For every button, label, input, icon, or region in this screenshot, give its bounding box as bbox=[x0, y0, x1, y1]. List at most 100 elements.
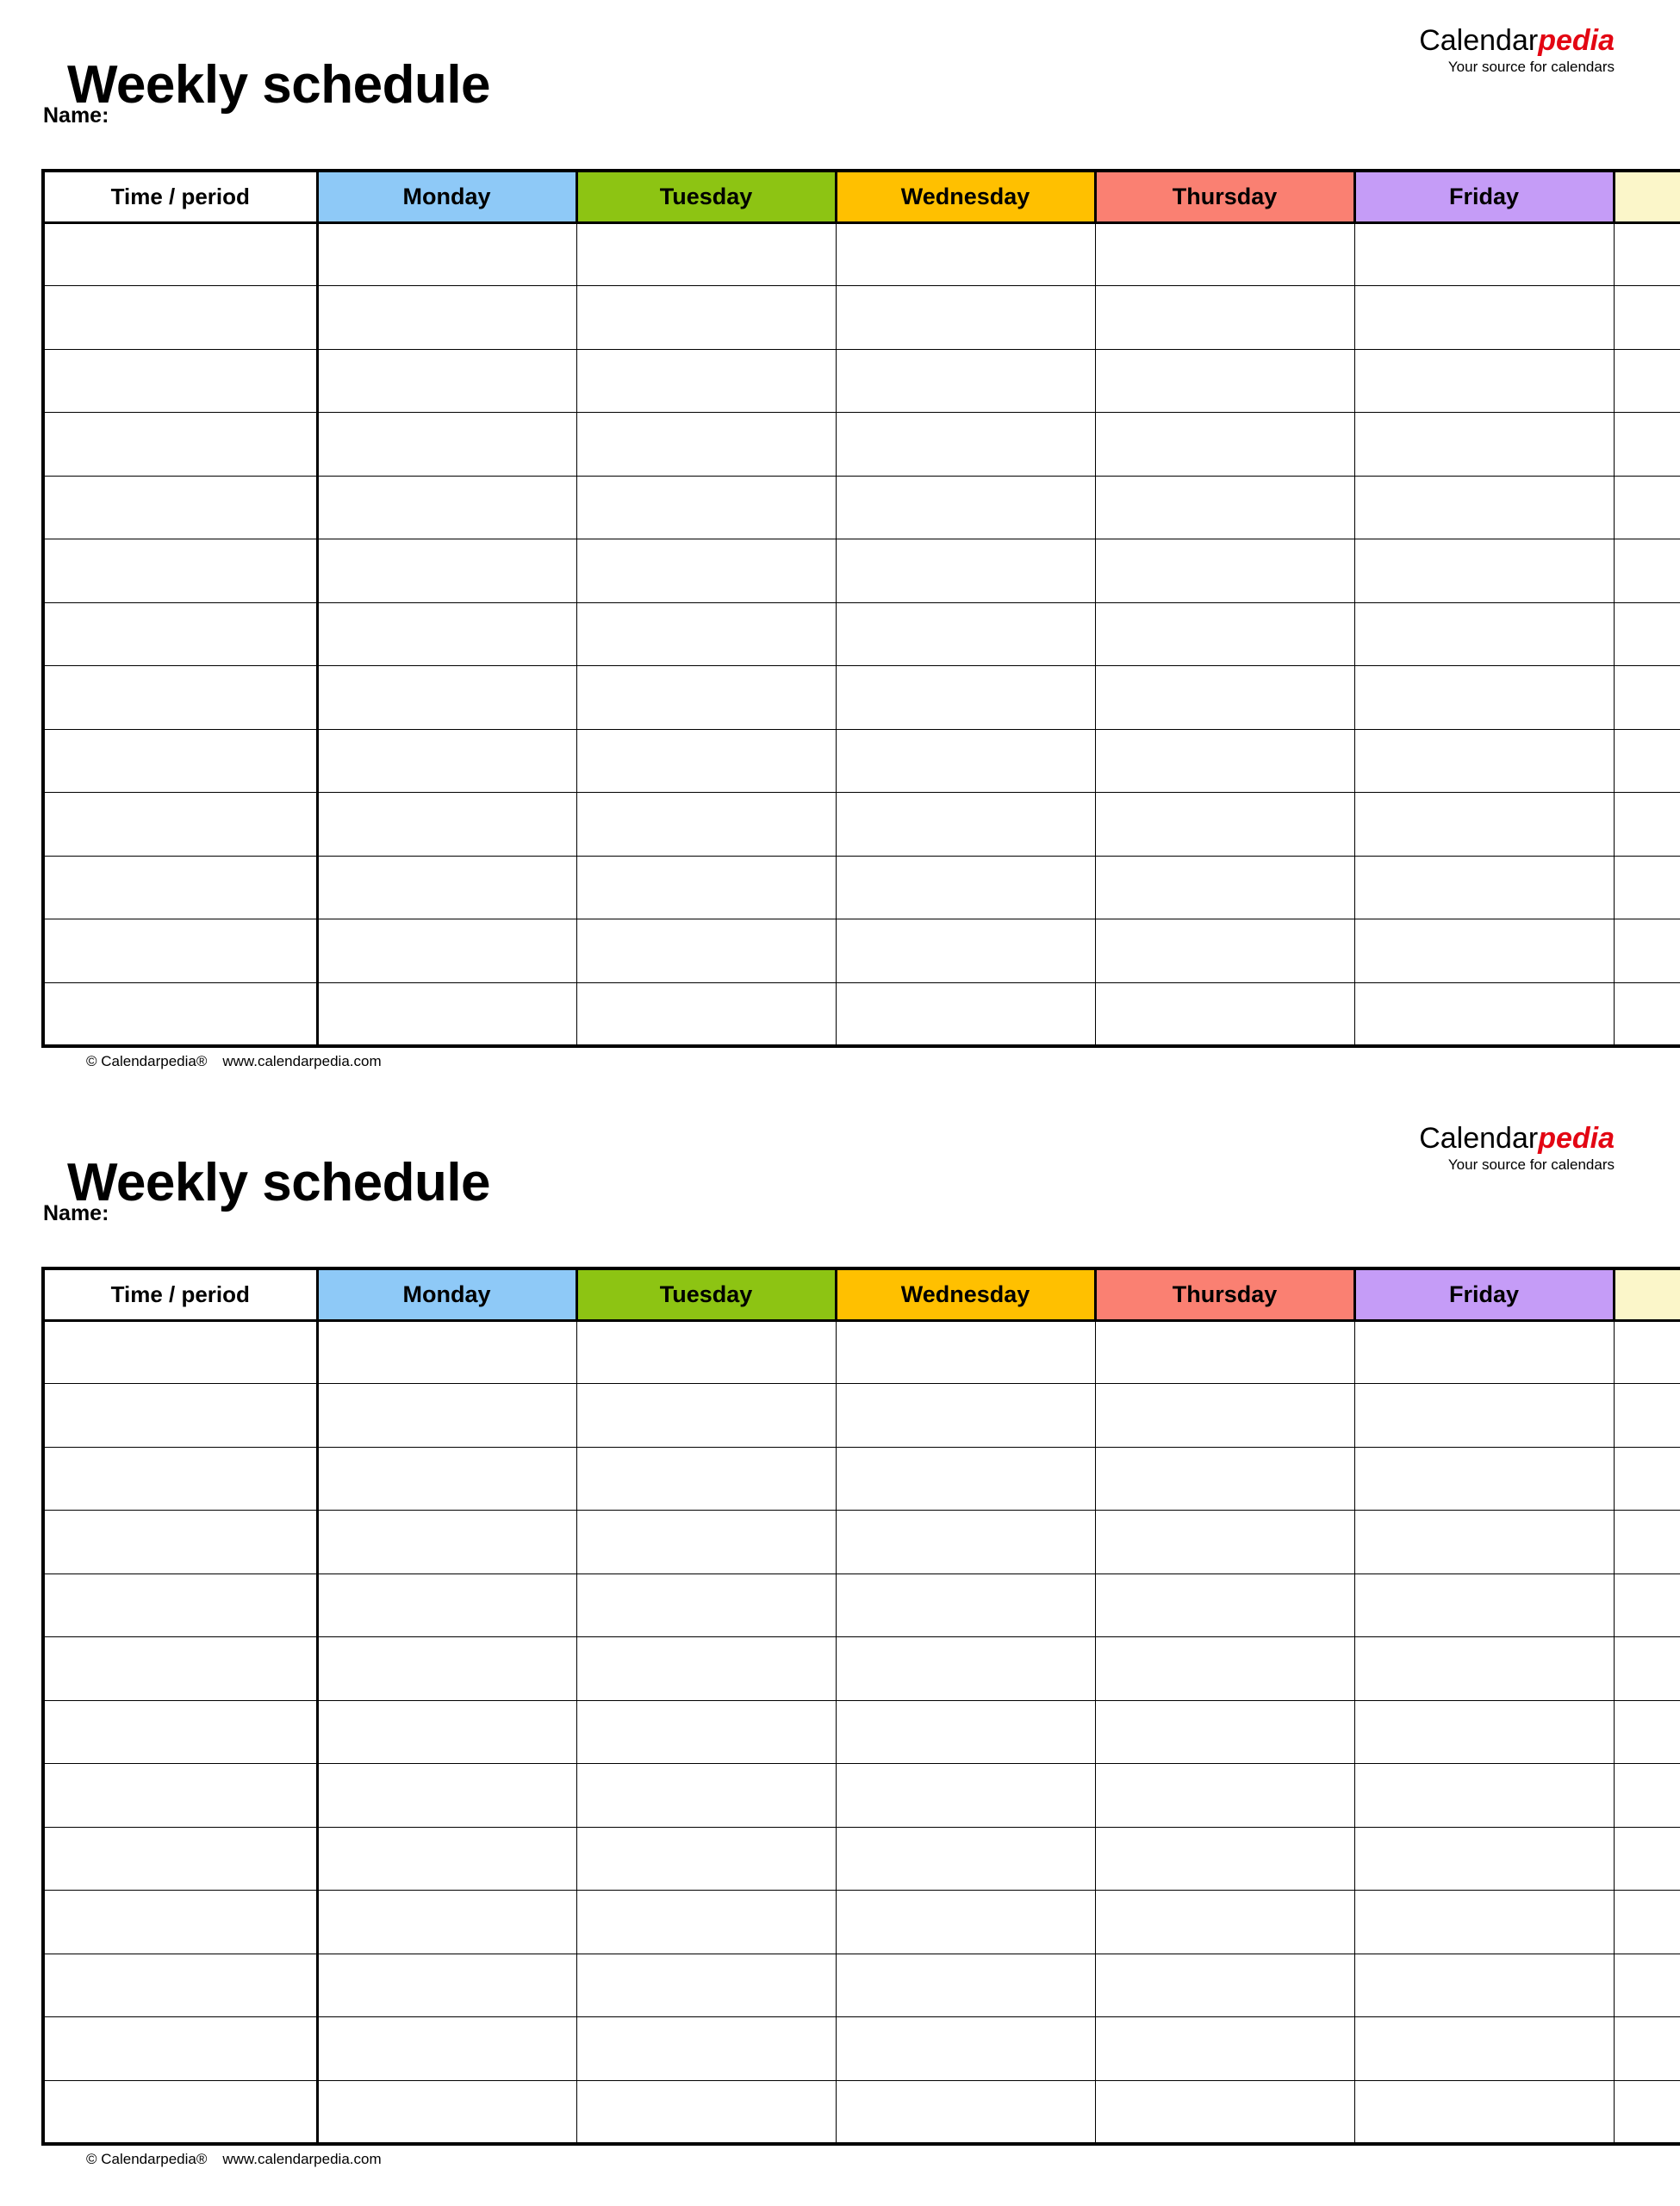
slot-cell-tuesday[interactable] bbox=[576, 665, 837, 730]
slot-cell-monday[interactable] bbox=[316, 1826, 577, 1891]
slot-cell-wednesday[interactable] bbox=[835, 2016, 1096, 2081]
slot-cell-friday[interactable] bbox=[1353, 348, 1615, 413]
slot-cell-friday[interactable] bbox=[1353, 919, 1615, 983]
slot-cell-saturday[interactable] bbox=[1613, 412, 1680, 477]
slot-cell-saturday[interactable] bbox=[1613, 855, 1680, 919]
slot-cell-friday[interactable] bbox=[1353, 2079, 1615, 2144]
slot-cell-friday[interactable] bbox=[1353, 475, 1615, 539]
slot-cell-monday[interactable] bbox=[316, 919, 577, 983]
slot-cell-tuesday[interactable] bbox=[576, 1763, 837, 1828]
slot-cell-wednesday[interactable] bbox=[835, 1763, 1096, 1828]
slot-cell-thursday[interactable] bbox=[1094, 792, 1355, 857]
slot-cell-friday[interactable] bbox=[1353, 1636, 1615, 1701]
slot-cell-saturday[interactable] bbox=[1613, 728, 1680, 793]
slot-cell-saturday[interactable] bbox=[1613, 2079, 1680, 2144]
slot-cell-monday[interactable] bbox=[316, 792, 577, 857]
slot-cell-saturday[interactable] bbox=[1613, 2016, 1680, 2081]
slot-cell-friday[interactable] bbox=[1353, 601, 1615, 666]
slot-cell-saturday[interactable] bbox=[1613, 1826, 1680, 1891]
slot-cell-wednesday[interactable] bbox=[835, 285, 1096, 350]
slot-cell-wednesday[interactable] bbox=[835, 1319, 1096, 1384]
slot-cell-friday[interactable] bbox=[1353, 412, 1615, 477]
slot-cell-thursday[interactable] bbox=[1094, 348, 1355, 413]
slot-cell-saturday[interactable] bbox=[1613, 539, 1680, 603]
slot-cell-saturday[interactable] bbox=[1613, 1953, 1680, 2017]
slot-cell-monday[interactable] bbox=[316, 728, 577, 793]
slot-cell-friday[interactable] bbox=[1353, 1510, 1615, 1574]
time-cell[interactable] bbox=[42, 919, 319, 983]
slot-cell-tuesday[interactable] bbox=[576, 285, 837, 350]
slot-cell-saturday[interactable] bbox=[1613, 919, 1680, 983]
slot-cell-wednesday[interactable] bbox=[835, 601, 1096, 666]
slot-cell-thursday[interactable] bbox=[1094, 919, 1355, 983]
slot-cell-thursday[interactable] bbox=[1094, 981, 1355, 1046]
slot-cell-saturday[interactable] bbox=[1613, 221, 1680, 286]
slot-cell-tuesday[interactable] bbox=[576, 981, 837, 1046]
slot-cell-wednesday[interactable] bbox=[835, 1573, 1096, 1637]
slot-cell-saturday[interactable] bbox=[1613, 285, 1680, 350]
slot-cell-monday[interactable] bbox=[316, 855, 577, 919]
slot-cell-friday[interactable] bbox=[1353, 2016, 1615, 2081]
slot-cell-wednesday[interactable] bbox=[835, 2079, 1096, 2144]
time-cell[interactable] bbox=[42, 221, 319, 286]
time-cell[interactable] bbox=[42, 2079, 319, 2144]
slot-cell-monday[interactable] bbox=[316, 601, 577, 666]
slot-cell-monday[interactable] bbox=[316, 1636, 577, 1701]
slot-cell-friday[interactable] bbox=[1353, 1953, 1615, 2017]
slot-cell-wednesday[interactable] bbox=[835, 412, 1096, 477]
slot-cell-wednesday[interactable] bbox=[835, 1699, 1096, 1764]
slot-cell-wednesday[interactable] bbox=[835, 855, 1096, 919]
slot-cell-monday[interactable] bbox=[316, 1763, 577, 1828]
slot-cell-tuesday[interactable] bbox=[576, 1383, 837, 1448]
slot-cell-tuesday[interactable] bbox=[576, 348, 837, 413]
slot-cell-saturday[interactable] bbox=[1613, 792, 1680, 857]
slot-cell-thursday[interactable] bbox=[1094, 2079, 1355, 2144]
slot-cell-thursday[interactable] bbox=[1094, 221, 1355, 286]
slot-cell-tuesday[interactable] bbox=[576, 1953, 837, 2017]
time-cell[interactable] bbox=[42, 1510, 319, 1574]
slot-cell-tuesday[interactable] bbox=[576, 475, 837, 539]
slot-cell-friday[interactable] bbox=[1353, 728, 1615, 793]
slot-cell-thursday[interactable] bbox=[1094, 665, 1355, 730]
slot-cell-wednesday[interactable] bbox=[835, 1446, 1096, 1511]
slot-cell-monday[interactable] bbox=[316, 665, 577, 730]
slot-cell-saturday[interactable] bbox=[1613, 665, 1680, 730]
slot-cell-friday[interactable] bbox=[1353, 981, 1615, 1046]
time-cell[interactable] bbox=[42, 1636, 319, 1701]
slot-cell-friday[interactable] bbox=[1353, 1446, 1615, 1511]
slot-cell-thursday[interactable] bbox=[1094, 855, 1355, 919]
time-cell[interactable] bbox=[42, 1890, 319, 1954]
time-cell[interactable] bbox=[42, 981, 319, 1046]
slot-cell-monday[interactable] bbox=[316, 1319, 577, 1384]
slot-cell-wednesday[interactable] bbox=[835, 919, 1096, 983]
time-cell[interactable] bbox=[42, 2016, 319, 2081]
slot-cell-saturday[interactable] bbox=[1613, 1446, 1680, 1511]
slot-cell-saturday[interactable] bbox=[1613, 1510, 1680, 1574]
slot-cell-tuesday[interactable] bbox=[576, 1826, 837, 1891]
slot-cell-saturday[interactable] bbox=[1613, 1573, 1680, 1637]
slot-cell-tuesday[interactable] bbox=[576, 2016, 837, 2081]
slot-cell-monday[interactable] bbox=[316, 2079, 577, 2144]
slot-cell-wednesday[interactable] bbox=[835, 348, 1096, 413]
slot-cell-friday[interactable] bbox=[1353, 1826, 1615, 1891]
slot-cell-tuesday[interactable] bbox=[576, 1890, 837, 1954]
slot-cell-saturday[interactable] bbox=[1613, 981, 1680, 1046]
slot-cell-tuesday[interactable] bbox=[576, 792, 837, 857]
time-cell[interactable] bbox=[42, 285, 319, 350]
slot-cell-monday[interactable] bbox=[316, 539, 577, 603]
time-cell[interactable] bbox=[42, 1446, 319, 1511]
slot-cell-monday[interactable] bbox=[316, 412, 577, 477]
slot-cell-thursday[interactable] bbox=[1094, 1636, 1355, 1701]
slot-cell-thursday[interactable] bbox=[1094, 1763, 1355, 1828]
slot-cell-saturday[interactable] bbox=[1613, 1636, 1680, 1701]
slot-cell-thursday[interactable] bbox=[1094, 1510, 1355, 1574]
slot-cell-tuesday[interactable] bbox=[576, 1319, 837, 1384]
slot-cell-wednesday[interactable] bbox=[835, 1383, 1096, 1448]
slot-cell-thursday[interactable] bbox=[1094, 601, 1355, 666]
slot-cell-saturday[interactable] bbox=[1613, 1890, 1680, 1954]
slot-cell-thursday[interactable] bbox=[1094, 1446, 1355, 1511]
slot-cell-monday[interactable] bbox=[316, 475, 577, 539]
time-cell[interactable] bbox=[42, 601, 319, 666]
time-cell[interactable] bbox=[42, 1826, 319, 1891]
time-cell[interactable] bbox=[42, 855, 319, 919]
